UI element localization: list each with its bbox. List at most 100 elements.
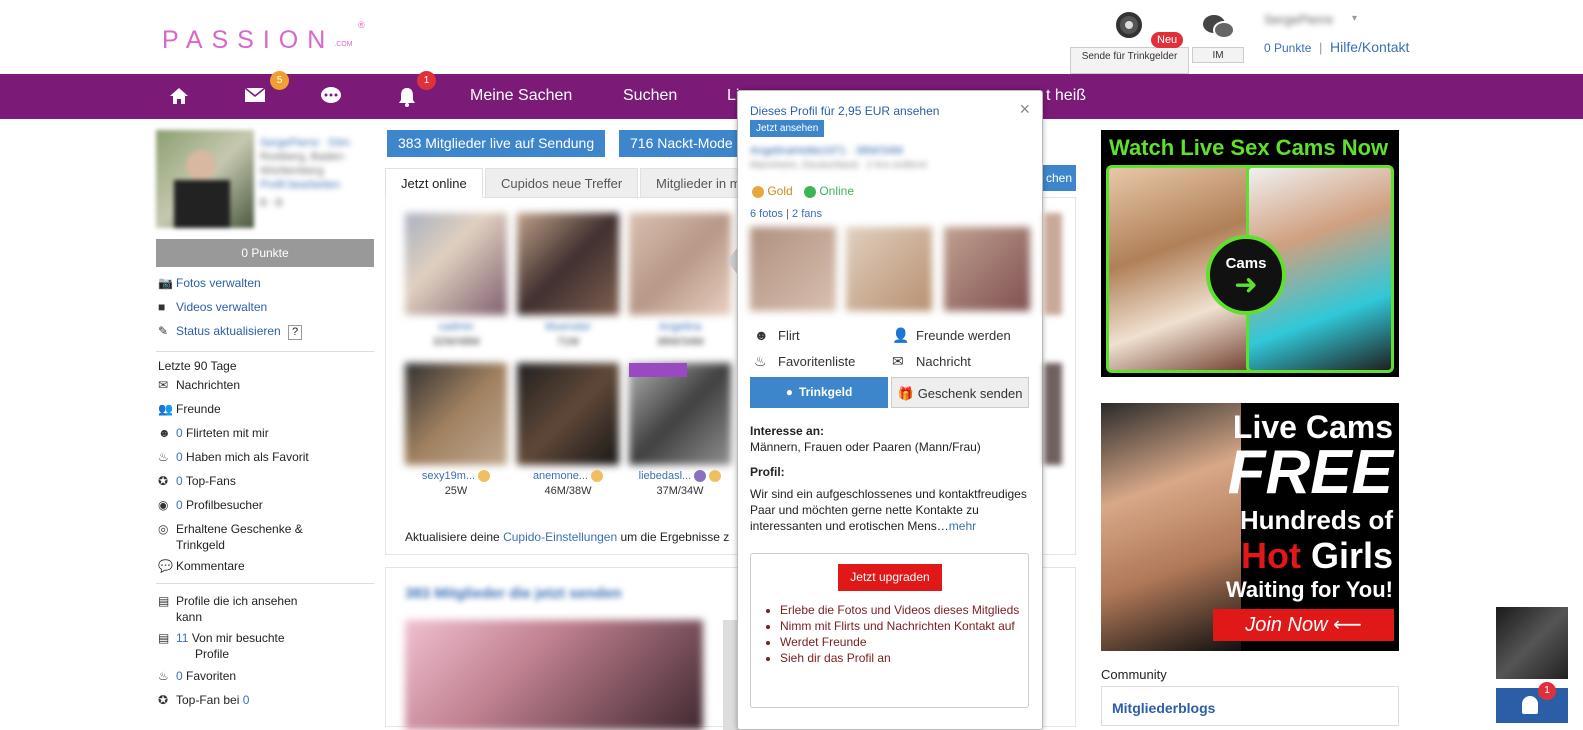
sidebar-item-viewable-profiles-cont[interactable]: kann	[158, 609, 202, 625]
member-age: 37M/34W	[656, 485, 704, 497]
close-icon[interactable]: ×	[1019, 99, 1030, 120]
member-thumb[interactable]	[1044, 363, 1062, 465]
tab-members-in[interactable]: Mitglieder in m	[640, 168, 750, 198]
sidebar-item-profile-visitors[interactable]: ◉ 0 Profilbesucher	[158, 497, 263, 513]
member-name[interactable]: Angelina	[629, 321, 731, 333]
nav-search[interactable]: Suchen	[623, 87, 677, 105]
member-name-row[interactable]: liebedasl...	[629, 470, 731, 483]
member-thumb[interactable]	[405, 363, 507, 465]
manage-photos-row[interactable]: 📷 Fotos verwalten	[158, 275, 261, 291]
popup-photo[interactable]	[944, 227, 1030, 311]
sidebar-item-gifts-tips[interactable]: ◎ Erhaltene Geschenke &	[158, 521, 303, 537]
sidebar-item-favorited-me[interactable]: ♨ 0 Haben mich als Favorit	[158, 449, 309, 465]
upgrade-box: Jetzt upgraden Erlebe die Fotos und Vide…	[750, 553, 1029, 708]
username-dropdown-icon[interactable]: ▾	[1352, 13, 1357, 24]
manage-photos-link[interactable]: Fotos verwalten	[176, 276, 261, 290]
member-age: 32W/48M	[432, 336, 480, 348]
fans-link[interactable]: 2 fans	[792, 208, 822, 220]
popup-photo[interactable]	[750, 227, 836, 311]
benefit-item: Erlebe die Fotos und Videos dieses Mitgl…	[780, 602, 1020, 618]
tab-online-now[interactable]: Jetzt online	[385, 168, 483, 198]
cupid-settings-link[interactable]: Cupido-Einstellungen	[503, 530, 617, 544]
add-friend-icon: 👤	[892, 327, 910, 343]
member-name-row[interactable]: anemone...	[517, 470, 619, 483]
more-link[interactable]: mehr	[949, 519, 976, 533]
sidebar-item-top-fans[interactable]: ✪ 0 Top-Fans	[158, 473, 236, 489]
popup-photo[interactable]	[846, 227, 932, 311]
corner-notification-button[interactable]: 1	[1496, 682, 1568, 723]
sidebar-item-gifts-tips-cont[interactable]: Trinkgeld	[158, 537, 225, 553]
sidebar-item-flirts[interactable]: ☻ 0 Flirteten mit mir	[158, 425, 269, 441]
sidebar-user-name[interactable]: SergePierre · 53m	[260, 136, 370, 150]
flirt-action[interactable]: ☻ Flirt	[754, 327, 800, 343]
member-thumb[interactable]	[629, 363, 731, 465]
manage-videos-link[interactable]: Videos verwalten	[176, 300, 267, 314]
member-thumb[interactable]	[405, 213, 507, 315]
send-gift-button[interactable]: 🎁 Geschenk senden	[891, 377, 1029, 408]
community-title: Community	[1101, 667, 1167, 682]
profile-avatar[interactable]	[156, 130, 254, 228]
sidebar-item-friends[interactable]: 👥 Freunde	[158, 401, 221, 417]
tips-broadcast-button[interactable]: Sende für Trinkgelder	[1070, 47, 1189, 74]
search-button[interactable]: chen	[1040, 165, 1076, 191]
photos-link[interactable]: 6 fotos	[750, 208, 783, 220]
webcam-icon[interactable]	[1116, 12, 1142, 38]
sidebar-item-messages[interactable]: ✉ Nachrichten	[158, 377, 240, 393]
mail-icon[interactable]	[244, 86, 266, 109]
member-thumb[interactable]	[629, 213, 731, 315]
flame-icon: ♨	[158, 669, 169, 683]
member-thumb[interactable]	[517, 363, 619, 465]
member-thumb[interactable]	[517, 213, 619, 315]
sidebar-item-viewable-profiles[interactable]: ▤ Profile die ich ansehen	[158, 593, 297, 609]
popup-member-name[interactable]: AngelinaHottie1971 · 38W/34M	[750, 145, 903, 157]
help-question-button[interactable]: ?	[288, 325, 303, 340]
nav-hot[interactable]: t heiß	[1046, 87, 1086, 105]
tab-cupid-matches[interactable]: Cupidos neue Treffer	[485, 168, 639, 198]
member-name[interactable]: Muenster	[517, 321, 619, 333]
view-now-button[interactable]: Jetzt ansehen	[750, 120, 825, 137]
join-now-button[interactable]: Join Now ⟵	[1213, 609, 1394, 641]
sidebar-item-favorites[interactable]: ♨ 0 Favoriten	[158, 668, 236, 684]
message-action[interactable]: ✉ Nachricht	[892, 353, 971, 370]
ad-banner-live-cams-free[interactable]: Live Cams FREE Hundreds of Hot Girls Wai…	[1101, 403, 1399, 651]
member-name[interactable]: cadmin	[405, 321, 507, 333]
messages-badge: 5	[270, 71, 289, 90]
member-name-row[interactable]: sexy19m...	[405, 470, 507, 483]
update-status-link[interactable]: Status aktualisieren	[176, 324, 281, 338]
benefit-item: Sieh dir das Profil an	[780, 650, 1020, 666]
points-bar[interactable]: 0 Punkte	[156, 239, 374, 267]
member-blogs-link[interactable]: Mitgliederblogs	[1112, 700, 1215, 716]
nude-models-button[interactable]: 716 Nackt-Mode	[619, 130, 749, 157]
member-age: 38W/34M	[656, 336, 704, 348]
corner-live-thumb[interactable]	[1496, 607, 1568, 679]
live-members-button[interactable]: 383 Mitglieder live auf Sendung	[387, 130, 606, 157]
bell-icon[interactable]	[397, 86, 417, 113]
ad-banner-live-sex-cams[interactable]: Watch Live Sex Cams Now Cams ➜	[1101, 130, 1399, 377]
manage-videos-row[interactable]: ■ Videos verwalten	[158, 299, 267, 315]
nav-my-stuff[interactable]: Meine Sachen	[470, 87, 572, 105]
home-icon[interactable]	[169, 86, 189, 111]
gold-status: Gold	[752, 184, 793, 198]
upgrade-button[interactable]: Jetzt upgraden	[838, 564, 942, 591]
update-status-row[interactable]: ✎ Status aktualisieren ?	[158, 323, 303, 340]
sidebar-edit-profile-link[interactable]: Profil bearbeiten	[260, 178, 370, 192]
broadcast-thumb[interactable]	[405, 620, 703, 730]
sidebar-item-visited-profiles[interactable]: ▤ 11 Von mir besuchte	[158, 630, 285, 646]
sidebar-divider-2	[156, 583, 374, 584]
favorites-action[interactable]: ♨ Favoritenliste	[754, 353, 855, 370]
sidebar-item-top-fan-of[interactable]: ✪ Top-Fan bei 0	[158, 692, 249, 708]
sidebar-item-visited-profiles-cont[interactable]: Profile	[158, 646, 229, 662]
befriend-action[interactable]: 👤 Freunde werden	[892, 327, 1011, 344]
im-button[interactable]: IM	[1192, 47, 1244, 63]
tip-button[interactable]: ● Trinkgeld	[750, 377, 888, 408]
sidebar-item-comments[interactable]: 💬 Kommentare	[158, 558, 245, 574]
help-contact-link[interactable]: Hilfe/Kontakt	[1330, 39, 1409, 55]
site-logo[interactable]: PASSION.COM ®	[162, 20, 365, 55]
username[interactable]: SergePierre	[1264, 12, 1333, 27]
view-profile-link[interactable]: Dieses Profil für 2,95 EUR ansehen	[750, 104, 939, 118]
member-age: 46M/38W	[544, 485, 592, 497]
points-link[interactable]: 0 Punkte	[1264, 41, 1311, 55]
member-thumb[interactable]	[1044, 213, 1062, 315]
chat-bubbles-icon[interactable]	[1203, 15, 1235, 41]
chat-icon[interactable]	[320, 86, 342, 111]
